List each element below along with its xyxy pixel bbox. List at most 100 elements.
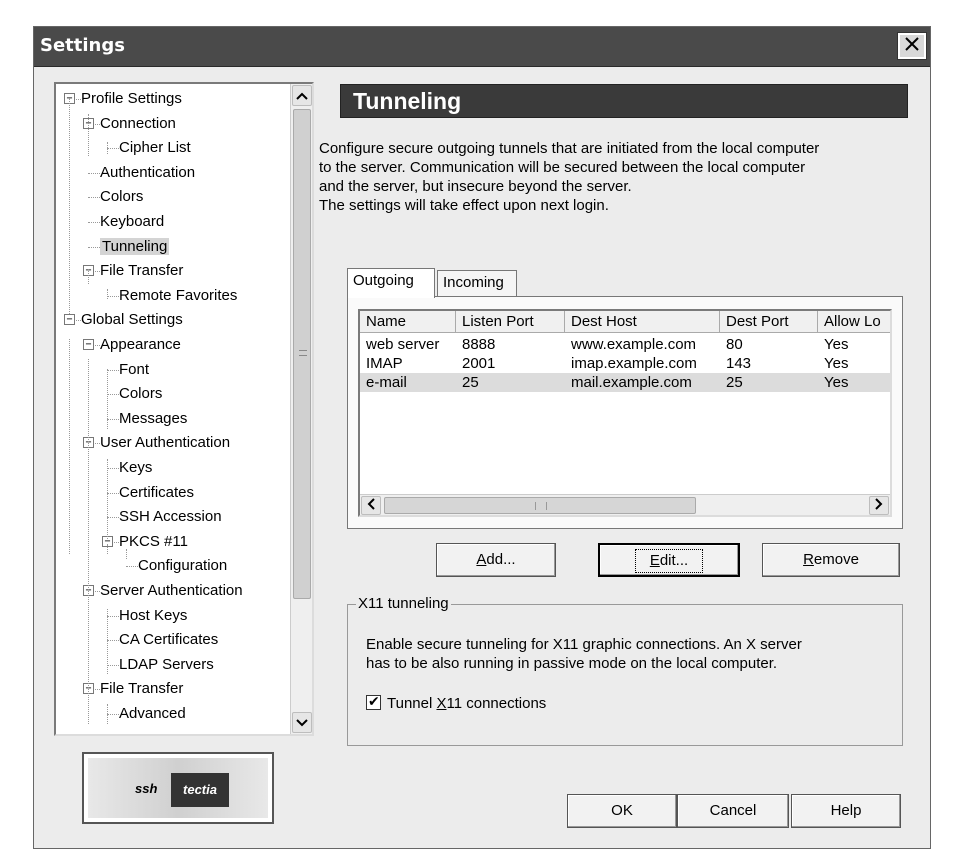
- add-button[interactable]: Add...: [436, 543, 556, 577]
- cell-name: web server: [366, 336, 440, 353]
- edit-label-post: dit...: [659, 552, 689, 569]
- tree-item[interactable]: Cipher List: [119, 136, 191, 159]
- tree-connector: [107, 468, 119, 469]
- tree-item[interactable]: LDAP Servers: [119, 653, 214, 676]
- cell-dest-host: www.example.com: [571, 336, 697, 353]
- tree-item[interactable]: Keys: [119, 456, 152, 479]
- tab-outgoing[interactable]: Outgoing: [347, 268, 435, 298]
- column-header-dest-host[interactable]: Dest Host: [565, 311, 720, 333]
- tunnels-table[interactable]: Name Listen Port Dest Host Dest Port All…: [358, 309, 892, 517]
- x11-tunneling-group: X11 tunneling Enable secure tunneling fo…: [347, 595, 903, 746]
- tree-item[interactable]: Tunneling: [100, 235, 170, 258]
- tree-item[interactable]: Remote Favorites: [119, 284, 237, 307]
- tree-item[interactable]: Appearance: [100, 333, 181, 356]
- tree-item[interactable]: File Transfer: [100, 259, 183, 282]
- checkbox-checked-icon[interactable]: [366, 693, 381, 710]
- tree-item[interactable]: File Transfer: [100, 677, 183, 700]
- remove-button[interactable]: Remove: [762, 543, 900, 577]
- tree-item-label: File Transfer: [100, 262, 184, 280]
- cell-listen-port: 2001: [462, 355, 496, 372]
- table-header: Name Listen Port Dest Host Dest Port All…: [360, 311, 890, 333]
- tree-item[interactable]: Host Keys: [119, 604, 187, 627]
- tree-guide-line: [88, 269, 89, 284]
- tree-item-label: Host Keys: [119, 606, 188, 624]
- horizontal-scroll-thumb[interactable]: [384, 497, 696, 514]
- tree-connector: [107, 714, 119, 715]
- column-header-name[interactable]: Name: [360, 311, 456, 333]
- tree-item-label: File Transfer: [100, 680, 184, 698]
- tree-item[interactable]: Colors: [119, 382, 162, 405]
- tree-item[interactable]: PKCS #11: [119, 530, 188, 553]
- column-header-allow-local[interactable]: Allow Lo: [818, 311, 890, 333]
- checkbox-label-post: 11 connections: [446, 695, 547, 712]
- tree-guide-line: [107, 369, 108, 429]
- checkbox-mnemonic: X: [436, 695, 447, 712]
- tree-item[interactable]: Messages: [119, 407, 187, 430]
- table-row-selected[interactable]: e-mail 25 mail.example.com 25 Yes: [360, 373, 890, 392]
- tree-item[interactable]: Server Authentication: [100, 579, 243, 602]
- cell-listen-port: 8888: [462, 336, 496, 353]
- tree-connector: [107, 295, 119, 297]
- ok-button[interactable]: OK: [567, 794, 677, 828]
- tree-item-label: Configuration: [138, 557, 228, 575]
- tunnel-x11-checkbox[interactable]: Tunnel X11 connections: [366, 693, 547, 712]
- tree-guide-line: [107, 142, 108, 154]
- tree-item[interactable]: Profile Settings: [81, 87, 182, 110]
- tree-item[interactable]: Advanced: [119, 702, 186, 725]
- close-icon: [904, 36, 920, 56]
- logo-ssh-text: ssh: [135, 781, 158, 796]
- scroll-thumb[interactable]: [293, 109, 311, 599]
- cancel-button[interactable]: Cancel: [677, 794, 789, 828]
- title-bar: Settings: [34, 27, 930, 67]
- window-title: Settings: [40, 35, 125, 56]
- help-button[interactable]: Help: [791, 794, 901, 828]
- tree-item-label: Keys: [119, 459, 153, 476]
- scroll-up-button[interactable]: [292, 85, 312, 106]
- table-horizontal-scrollbar[interactable]: [360, 494, 890, 515]
- chevron-left-icon: [367, 497, 375, 514]
- tree-guide-line: [107, 289, 108, 299]
- tree-item[interactable]: Font: [119, 358, 149, 381]
- outgoing-tab-panel: Name Listen Port Dest Host Dest Port All…: [347, 296, 903, 529]
- scroll-down-button[interactable]: [292, 712, 312, 733]
- tree-connector: [107, 369, 119, 371]
- edit-button[interactable]: Edit...: [598, 543, 740, 577]
- tree-item[interactable]: Colors: [100, 185, 143, 208]
- close-button[interactable]: [897, 32, 927, 60]
- scroll-left-button[interactable]: [361, 496, 381, 515]
- tree-item-label: Keyboard: [100, 213, 165, 230]
- tree-item[interactable]: SSH Accession: [119, 505, 222, 528]
- tree-item[interactable]: Keyboard: [100, 210, 164, 233]
- table-row[interactable]: IMAP 2001 imap.example.com 143 Yes: [360, 354, 890, 373]
- settings-tree[interactable]: − Profile Settings − Connection Cipher List A…: [54, 82, 314, 736]
- cell-dest-host: mail.example.com: [571, 374, 692, 391]
- edit-focus-ring: Edit...: [634, 549, 704, 573]
- tree-item[interactable]: User Authentication: [100, 431, 230, 454]
- checkbox-label-pre: Tunnel: [387, 695, 437, 712]
- column-header-dest-port[interactable]: Dest Port: [720, 311, 818, 333]
- tree-connector: [107, 517, 119, 519]
- tree-connector: [126, 566, 138, 568]
- cell-name: e-mail: [366, 374, 407, 391]
- tree-item[interactable]: Authentication: [100, 161, 195, 184]
- tree-item[interactable]: Configuration: [138, 554, 227, 577]
- tree-collapse-icon[interactable]: −: [64, 314, 75, 326]
- tree-guide-line: [69, 98, 70, 314]
- scroll-right-button[interactable]: [869, 496, 889, 515]
- tree-vertical-scrollbar[interactable]: [290, 84, 312, 734]
- tree-item-label: Authentication: [100, 163, 196, 181]
- cell-name: IMAP: [366, 355, 403, 372]
- table-row[interactable]: web server 8888 www.example.com 80 Yes: [360, 335, 890, 354]
- tree-item-label: Global Settings: [81, 311, 183, 329]
- tree-item[interactable]: Certificates: [119, 481, 194, 504]
- tree-item[interactable]: Global Settings: [81, 308, 183, 331]
- tree-collapse-icon[interactable]: −: [83, 339, 94, 350]
- column-header-listen-port[interactable]: Listen Port: [456, 311, 565, 333]
- tree-item-label: Messages: [119, 409, 188, 427]
- tree-item[interactable]: Connection: [100, 112, 176, 135]
- tree-connector: [88, 197, 100, 199]
- tree-item[interactable]: CA Certificates: [119, 628, 218, 651]
- chevron-down-icon: [296, 714, 308, 731]
- tree-item-label: Colors: [119, 385, 163, 403]
- tab-incoming[interactable]: Incoming: [437, 270, 517, 296]
